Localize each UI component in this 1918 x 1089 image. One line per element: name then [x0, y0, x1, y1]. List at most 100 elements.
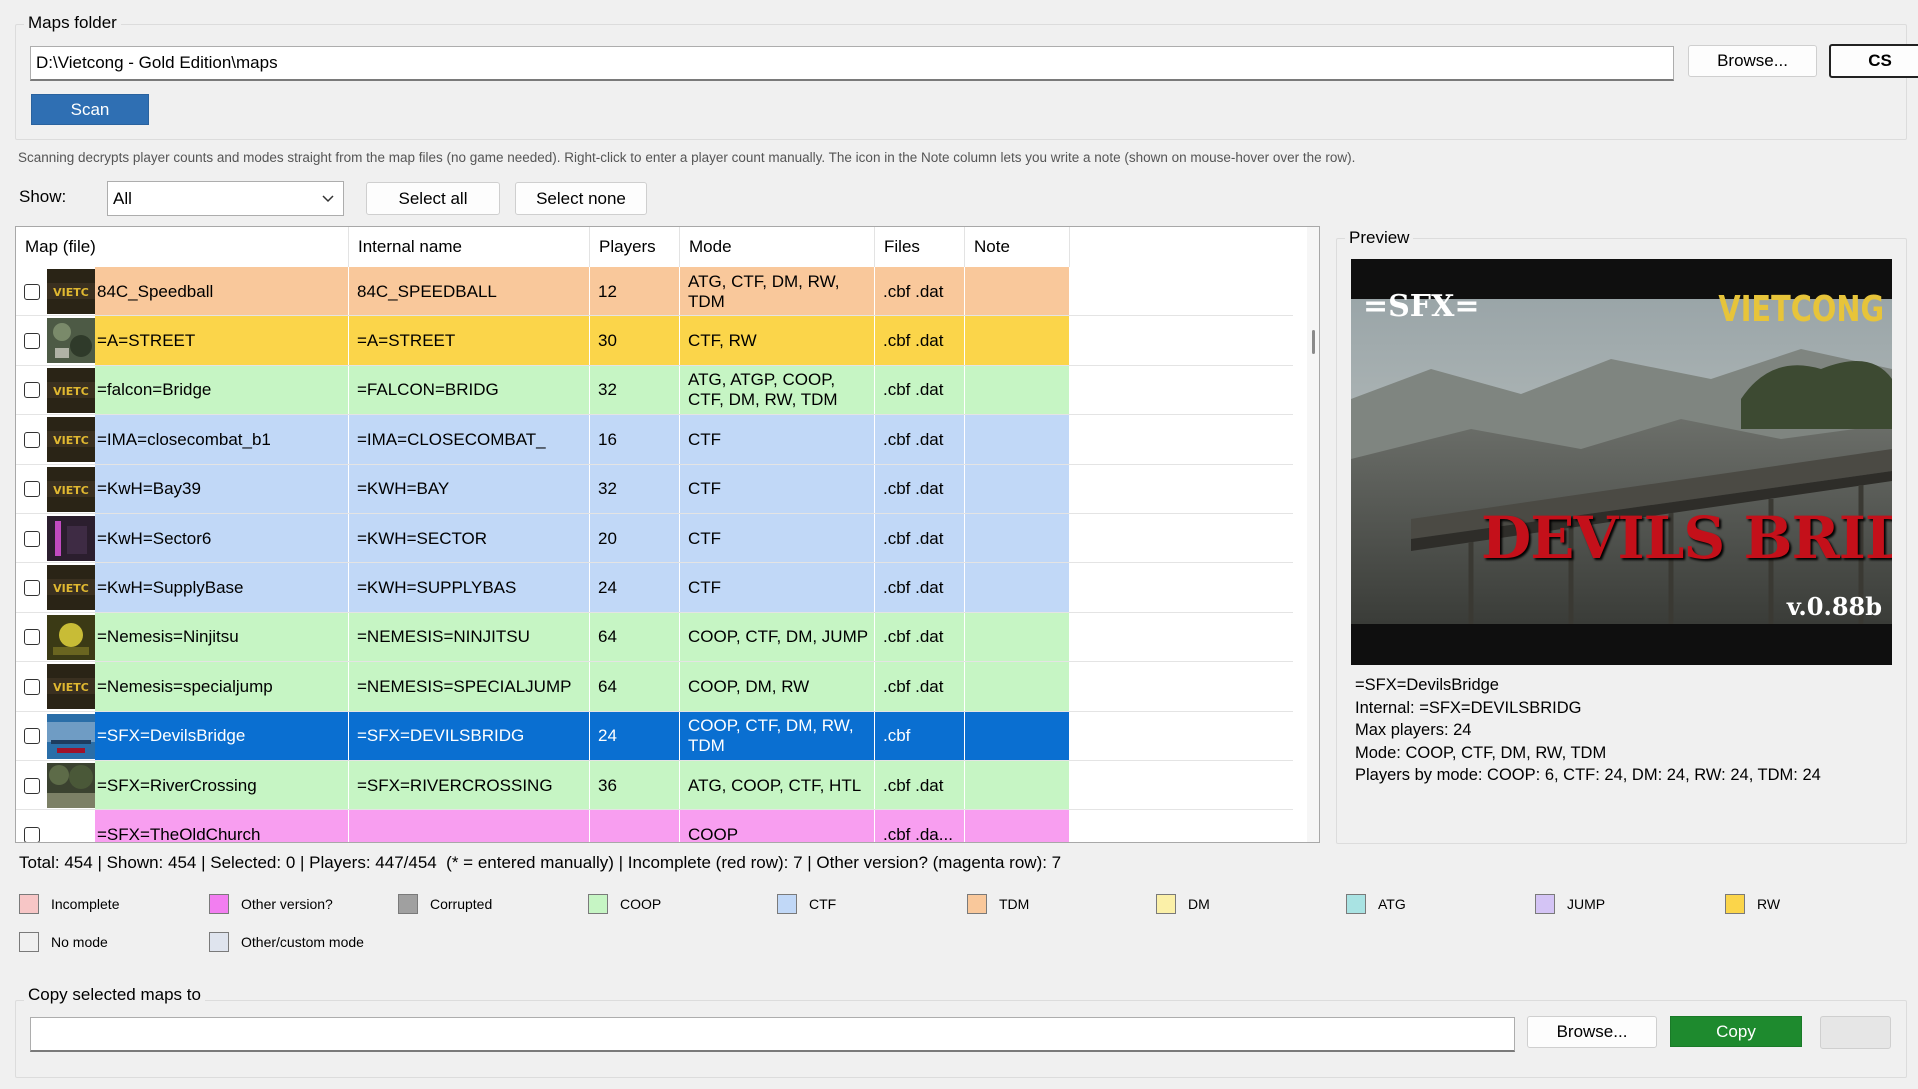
row-checkbox[interactable] — [23, 827, 40, 842]
cell-files: .cbf .da... — [875, 810, 965, 842]
cell-files: .cbf .dat — [875, 514, 965, 564]
row-checkbox[interactable] — [23, 629, 40, 646]
preview-image-title: DEVILS BRIDGE — [1481, 504, 1892, 572]
column-header-mode[interactable]: Mode — [680, 227, 875, 267]
cell-mode: COOP — [680, 810, 875, 842]
cell-mode: ATG, ATGP, COOP, CTF, DM, RW, TDM — [680, 365, 875, 416]
cell-map-file: =IMA=closecombat_b1 — [95, 415, 349, 465]
cell-files: .cbf .dat — [875, 415, 965, 465]
scrollbar-thumb[interactable] — [1312, 330, 1315, 354]
cell-players: 32 — [590, 365, 680, 416]
show-filter-select[interactable]: All — [107, 181, 344, 216]
cell-map-file: =KwH=Sector6 — [95, 514, 349, 564]
row-checkbox[interactable] — [23, 283, 40, 300]
map-thumbnail-icon — [47, 614, 95, 660]
maps-folder-browse-button[interactable]: Browse... — [1688, 45, 1817, 77]
column-header-map-file[interactable]: Map (file) — [16, 227, 349, 267]
table-vertical-scrollbar[interactable] — [1307, 227, 1319, 842]
maps-table[interactable]: Map (file) Internal name Players Mode Fi… — [15, 226, 1320, 843]
legend-item: No mode — [19, 931, 108, 953]
table-row[interactable]: VIETC =Nemesis=specialjump =NEMESIS=SPECIA… — [16, 662, 1070, 712]
maps-folder-path-input[interactable]: D:\Vietcong - Gold Edition\maps — [30, 46, 1674, 81]
copy-destination-input[interactable] — [30, 1017, 1515, 1052]
table-row[interactable]: =SFX=DevilsBridge =SFX=DEVILSBRIDG 24 COOP,… — [16, 711, 1070, 761]
hint-text: Scanning decrypts player counts and mode… — [18, 150, 1356, 165]
cell-mode: CTF — [680, 464, 875, 514]
table-row[interactable]: VIETC =falcon=Bridge =FALCON=BRIDG 32 ATG, A… — [16, 365, 1070, 416]
cell-mode: CTF — [680, 514, 875, 564]
copy-browse-button[interactable]: Browse... — [1527, 1016, 1657, 1048]
row-checkbox[interactable] — [23, 530, 40, 547]
column-header-players[interactable]: Players — [590, 227, 680, 267]
column-header-internal-name[interactable]: Internal name — [349, 227, 590, 267]
table-row[interactable]: VIETC =KwH=Bay39 =KWH=BAY 32 CTF .cbf .dat — [16, 464, 1070, 514]
legend-item: JUMP — [1535, 893, 1605, 915]
legend-item: RW — [1725, 893, 1780, 915]
select-none-button[interactable]: Select none — [515, 182, 647, 215]
cell-internal-name: 84C_SPEEDBALL — [349, 267, 590, 317]
map-thumbnail-icon — [47, 516, 95, 561]
map-thumbnail-icon — [47, 812, 95, 842]
table-row[interactable]: VIETC =KwH=SupplyBase =KWH=SUPPLYBAS 24 CTF.… — [16, 563, 1070, 613]
chevron-down-icon — [322, 194, 334, 202]
map-thumbnail-icon — [47, 763, 95, 808]
row-checkbox[interactable] — [23, 481, 40, 498]
preview-info-file: =SFX=DevilsBridge — [1355, 676, 1499, 694]
preview-image-version: v.0.88b — [1786, 592, 1882, 621]
map-thumbnail-icon: VIETC — [47, 664, 95, 710]
scan-button[interactable]: Scan — [31, 94, 149, 125]
cell-files: .cbf .dat — [875, 365, 965, 416]
row-checkbox[interactable] — [23, 777, 40, 794]
select-all-button[interactable]: Select all — [366, 182, 500, 215]
table-row[interactable]: =A=STREET =A=STREET 30 CTF, RW .cbf .dat — [16, 316, 1070, 366]
cs-button[interactable]: CS — [1829, 44, 1918, 78]
cell-files: .cbf .dat — [875, 662, 965, 712]
legend-label: COOP — [620, 896, 662, 912]
row-checkbox-cell — [16, 464, 47, 514]
copy-title: Copy selected maps to — [24, 985, 205, 1005]
row-checkbox[interactable] — [23, 580, 40, 597]
cell-mode: COOP, CTF, DM, RW, TDM — [680, 711, 875, 761]
cell-internal-name: =FALCON=BRIDG — [349, 365, 590, 416]
cell-players: 36 — [590, 761, 680, 811]
row-checkbox[interactable] — [23, 728, 40, 745]
row-checkbox[interactable] — [23, 431, 40, 448]
row-checkbox[interactable] — [23, 333, 40, 350]
extra-button[interactable] — [1820, 1016, 1891, 1049]
cell-players: 16 — [590, 415, 680, 465]
row-checkbox[interactable] — [23, 382, 40, 399]
map-thumbnail-icon — [47, 318, 95, 364]
column-header-files[interactable]: Files — [875, 227, 965, 267]
table-row[interactable]: =SFX=TheOldChurch COOP .cbf .da... — [16, 810, 1070, 842]
cell-map-file: =A=STREET — [95, 316, 349, 366]
cell-note — [965, 464, 1070, 514]
preview-info-internal: Internal: =SFX=DEVILSBRIDG — [1355, 698, 1582, 717]
table-row[interactable]: =KwH=Sector6 =KWH=SECTOR 20 CTF .cbf .dat — [16, 514, 1070, 564]
legend-label: DM — [1188, 896, 1210, 912]
row-checkbox-cell — [16, 563, 47, 613]
legend-item: Corrupted — [398, 893, 492, 915]
row-checkbox-cell — [16, 415, 47, 465]
map-thumbnail-icon: VIETC — [47, 466, 95, 512]
table-row[interactable]: VIETC 84C_Speedball 84C_SPEEDBALL 12 ATG, CT… — [16, 267, 1070, 317]
row-checkbox[interactable] — [23, 678, 40, 695]
legend-swatch — [967, 894, 987, 914]
cell-internal-name — [349, 810, 590, 842]
row-checkbox-cell — [16, 761, 47, 811]
legend-swatch — [1725, 894, 1745, 914]
cell-players: 24 — [590, 563, 680, 613]
row-checkbox-cell — [16, 711, 47, 761]
row-checkbox-cell — [16, 662, 47, 712]
legend-swatch — [209, 932, 229, 952]
cell-internal-name: =A=STREET — [349, 316, 590, 366]
table-row[interactable]: VIETC =IMA=closecombat_b1 =IMA=CLOSECOMBAT… — [16, 415, 1070, 465]
map-thumbnail-icon: VIETC — [47, 565, 95, 611]
copy-button[interactable]: Copy — [1670, 1016, 1802, 1047]
cell-files: .cbf .dat — [875, 267, 965, 317]
table-row[interactable]: =SFX=RiverCrossing =SFX=RIVERCROSSING 36 AT… — [16, 761, 1070, 811]
column-header-note[interactable]: Note — [965, 227, 1070, 267]
table-row[interactable]: =Nemesis=Ninjitsu =NEMESIS=NINJITSU 64 COOP… — [16, 612, 1070, 663]
cell-note — [965, 415, 1070, 465]
cell-files: .cbf .dat — [875, 563, 965, 613]
status-text: Total: 454 | Shown: 454 | Selected: 0 | … — [19, 853, 1062, 872]
